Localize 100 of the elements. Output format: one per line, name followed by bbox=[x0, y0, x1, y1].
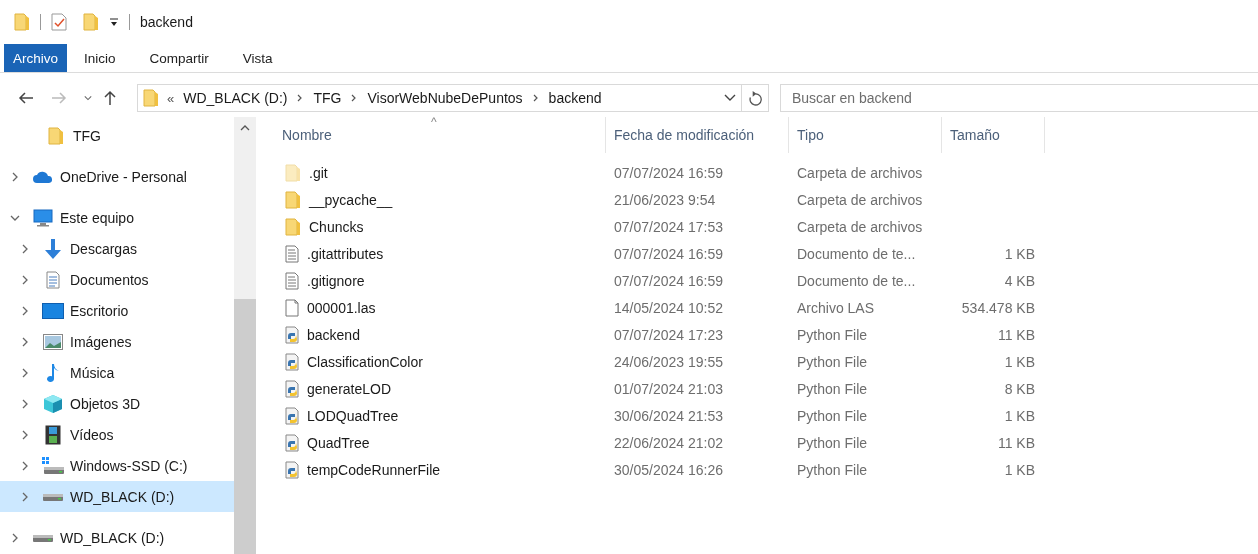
window-title: backend bbox=[140, 14, 193, 30]
file-name[interactable]: backend bbox=[307, 326, 360, 343]
date-cell: 01/07/2024 21:03 bbox=[614, 380, 723, 397]
type-cell: Archivo LAS bbox=[797, 299, 875, 316]
date-cell: 30/05/2024 16:26 bbox=[614, 461, 723, 478]
nav-item[interactable]: Objetos 3D bbox=[0, 388, 234, 419]
collapsed-chevron-icon[interactable] bbox=[20, 491, 30, 502]
type-cell: Python File bbox=[797, 407, 868, 424]
collapsed-chevron-icon[interactable] bbox=[10, 532, 20, 543]
size-cell: 8 KB bbox=[1004, 380, 1035, 397]
scrollbar[interactable] bbox=[234, 117, 256, 554]
collapsed-chevron-icon[interactable] bbox=[20, 336, 30, 347]
nav-item[interactable]: Vídeos bbox=[0, 419, 234, 450]
drive-icon bbox=[42, 456, 64, 475]
size-cell: 11 KB bbox=[997, 326, 1035, 343]
nav-item[interactable]: Este equipo bbox=[0, 202, 234, 233]
file-name[interactable]: .gitattributes bbox=[307, 245, 384, 262]
folder-icon bbox=[143, 89, 159, 107]
date-cell: 07/07/2024 16:59 bbox=[614, 164, 723, 181]
breadcrumb-link[interactable]: TFG bbox=[313, 90, 342, 106]
up-arrow-icon[interactable] bbox=[103, 90, 117, 106]
search-field[interactable]: Buscar en backend bbox=[780, 84, 1258, 112]
file-name[interactable]: generateLOD bbox=[307, 380, 392, 397]
dropdown-caret-icon[interactable] bbox=[724, 94, 736, 102]
collapsed-chevron-icon[interactable] bbox=[20, 398, 30, 409]
date-cell: 07/07/2024 16:59 bbox=[614, 272, 723, 289]
type-cell: Python File bbox=[797, 461, 868, 478]
file-name[interactable]: .gitignore bbox=[307, 272, 365, 289]
sort-indicator: ^ bbox=[431, 115, 437, 129]
scroll-up-icon[interactable] bbox=[240, 125, 250, 131]
size-cell: 1 KB bbox=[1004, 245, 1035, 262]
folder-icon bbox=[14, 13, 30, 31]
collapsed-chevron-icon[interactable] bbox=[20, 274, 30, 285]
nav-item[interactable]: Documentos bbox=[0, 264, 234, 295]
ribbon-tab[interactable]: Vista bbox=[225, 44, 290, 72]
type-cell: Carpeta de archivos bbox=[797, 164, 923, 181]
nav-item[interactable]: WD_BLACK (D:) bbox=[0, 522, 234, 553]
address-bar[interactable]: « WD_BLACK (D:) TFG VisorWebNubeDePuntos backend bbox=[137, 84, 769, 112]
nav-item[interactable]: TFG bbox=[0, 120, 234, 151]
file-name[interactable]: QuadTree bbox=[307, 434, 370, 451]
file-name[interactable]: 000001.las bbox=[307, 299, 376, 316]
type-cell: Documento de te... bbox=[797, 245, 916, 262]
folder-icon bbox=[48, 126, 64, 145]
file-name[interactable]: Chuncks bbox=[309, 218, 364, 235]
date-cell: 24/06/2023 19:55 bbox=[614, 353, 723, 370]
cube-icon bbox=[43, 393, 63, 414]
nav-item[interactable]: Música bbox=[0, 357, 234, 388]
file-name[interactable]: ClassificationColor bbox=[307, 353, 423, 370]
nav-item[interactable]: Escritorio bbox=[0, 295, 234, 326]
breadcrumb-link[interactable]: backend bbox=[548, 90, 602, 106]
size-cell: 11 KB bbox=[997, 434, 1035, 451]
collapsed-chevron-icon[interactable] bbox=[20, 429, 30, 440]
column-header[interactable]: Tamaño bbox=[942, 117, 1045, 153]
breadcrumb-chevron-icon[interactable] bbox=[351, 94, 358, 102]
dropdown-caret-icon[interactable] bbox=[109, 17, 119, 27]
music-note-icon bbox=[46, 362, 60, 383]
drive-icon bbox=[32, 532, 54, 543]
column-header[interactable]: Fecha de modificación bbox=[606, 117, 789, 153]
ribbon-tab[interactable]: Archivo bbox=[4, 44, 67, 72]
scrollbar-thumb[interactable] bbox=[234, 299, 256, 554]
nav-item[interactable]: Imágenes bbox=[0, 326, 234, 357]
recent-caret-icon[interactable] bbox=[84, 95, 92, 101]
file-name[interactable]: __pycache__ bbox=[309, 191, 393, 208]
back-arrow-icon[interactable] bbox=[18, 91, 34, 105]
cloud-icon bbox=[33, 170, 53, 183]
film-icon bbox=[45, 424, 61, 445]
overflow-marker[interactable]: « bbox=[167, 90, 175, 106]
type-cell: Documento de te... bbox=[797, 272, 916, 289]
file-name[interactable]: tempCodeRunnerFile bbox=[307, 461, 441, 478]
image-icon bbox=[43, 333, 63, 350]
type-cell: Python File bbox=[797, 326, 868, 343]
type-cell: Python File bbox=[797, 380, 868, 397]
nav-item[interactable]: OneDrive - Personal bbox=[0, 161, 234, 192]
date-cell: 14/05/2024 10:52 bbox=[614, 299, 723, 316]
nav-item[interactable]: Descargas bbox=[0, 233, 234, 264]
breadcrumb-link[interactable]: VisorWebNubeDePuntos bbox=[367, 90, 523, 106]
checkmark-document-icon[interactable] bbox=[51, 13, 67, 31]
collapsed-chevron-icon[interactable] bbox=[20, 243, 30, 254]
folder-icon bbox=[83, 13, 99, 31]
size-cell: 1 KB bbox=[1004, 353, 1035, 370]
nav-item[interactable]: Windows-SSD (C:) bbox=[0, 450, 234, 481]
file-name[interactable]: .git bbox=[309, 164, 328, 181]
down-arrow-icon bbox=[44, 238, 62, 259]
date-cell: 30/06/2024 21:53 bbox=[614, 407, 723, 424]
ribbon-tab[interactable]: Compartir bbox=[132, 44, 226, 72]
type-cell: Carpeta de archivos bbox=[797, 218, 923, 235]
type-cell: Python File bbox=[797, 353, 868, 370]
collapsed-chevron-icon[interactable] bbox=[20, 460, 30, 471]
breadcrumb-chevron-icon[interactable] bbox=[297, 94, 304, 102]
nav-item[interactable]: WD_BLACK (D:) bbox=[0, 481, 234, 512]
collapsed-chevron-icon[interactable] bbox=[10, 171, 20, 182]
file-name[interactable]: LODQuadTree bbox=[307, 407, 399, 424]
collapsed-chevron-icon[interactable] bbox=[20, 305, 30, 316]
column-header[interactable]: Tipo bbox=[789, 117, 942, 153]
breadcrumb-link[interactable]: WD_BLACK (D:) bbox=[183, 90, 288, 106]
date-cell: 21/06/2023 9:54 bbox=[614, 191, 716, 208]
collapsed-chevron-icon[interactable] bbox=[20, 367, 30, 378]
breadcrumb-chevron-icon[interactable] bbox=[532, 94, 539, 102]
ribbon-tab[interactable]: Inicio bbox=[67, 44, 133, 72]
refresh-icon[interactable] bbox=[748, 90, 762, 106]
